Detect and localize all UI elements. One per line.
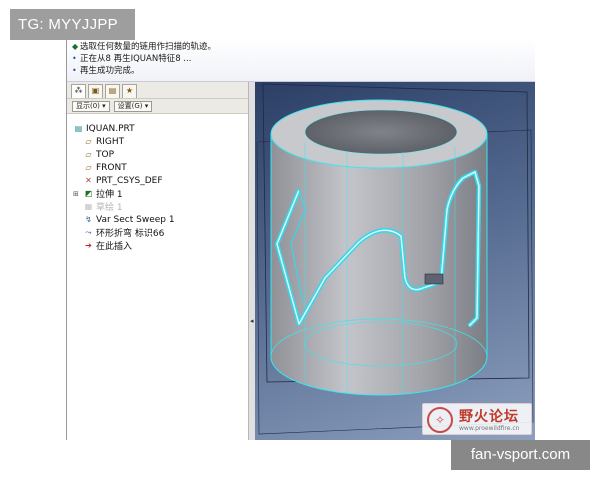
message-area: ◆ 选取任何数量的链用作扫描的轨迹。 • 正在从8 再生IQUAN特征8 ...… <box>67 38 535 82</box>
tree-item-label: RIGHT <box>96 136 125 147</box>
cylinder-model-svg <box>256 83 534 435</box>
folder-tab[interactable]: ▣ <box>88 84 103 98</box>
extrude-icon: ◩ <box>84 189 93 198</box>
forum-url: www.proewildfire.cn <box>459 425 520 432</box>
tree-item-label: IQUAN.PRT <box>86 123 135 134</box>
info-icon: • <box>72 65 77 75</box>
tree-item-label: Var Sect Sweep 1 <box>96 214 175 225</box>
toroidal-bend-icon: ⤳ <box>85 227 92 237</box>
message-line: • 正在从8 再生IQUAN特征8 ... <box>72 52 535 65</box>
tree-item-part[interactable]: ▤ IQUAN.PRT <box>73 122 248 135</box>
tree-item-label: FRONT <box>96 162 127 173</box>
datum-plane-icon: ▱ <box>85 163 92 172</box>
show-dropdown-button[interactable]: 显示(0) ▾ <box>72 100 110 112</box>
favorites-tab[interactable]: ★ <box>122 84 137 98</box>
message-text: 再生成功完成。 <box>80 66 140 76</box>
tree-item-top[interactable]: ▱ TOP <box>73 148 248 161</box>
info-icon: • <box>72 53 77 63</box>
message-line: ◆ 选取任何数量的链用作扫描的轨迹。 <box>72 40 535 53</box>
navigator-tabbar: ⁂ ▣ ▤ ★ <box>67 82 248 99</box>
sweep-icon: ↯ <box>85 215 92 224</box>
message-text: 正在从8 再生IQUAN特征8 ... <box>80 54 192 64</box>
watermark-top-left: TG: MYYJJPP <box>10 9 135 40</box>
selection-marker[interactable] <box>424 273 444 285</box>
model-tree-toolbar: 显示(0) ▾ 设置(G) ▾ <box>67 99 248 114</box>
message-text: 选取任何数量的链用作扫描的轨迹。 <box>80 42 217 52</box>
tree-item-right[interactable]: ▱ RIGHT <box>73 135 248 148</box>
check-icon: ◆ <box>72 41 79 51</box>
expand-icon[interactable]: ⊞ <box>73 190 79 198</box>
layer-tab[interactable]: ▤ <box>105 84 120 98</box>
tree-item-label: 在此插入 <box>96 242 133 252</box>
watermark-bottom-right: fan-vsport.com <box>451 440 590 470</box>
navigator-panel: ⁂ ▣ ▤ ★ 显示(0) ▾ 设置(G) ▾ ▤ IQUAN.PRT ▱ RI… <box>67 82 249 440</box>
tree-item-toroidal-bend[interactable]: ⤳ 环形折弯 标识66 <box>73 226 248 240</box>
graphics-viewport[interactable] <box>255 82 535 440</box>
tree-item-insert-here[interactable]: ➔ 在此插入 <box>73 239 248 252</box>
datum-plane-icon: ▱ <box>85 150 92 159</box>
tree-item-sweep[interactable]: ↯ Var Sect Sweep 1 <box>73 213 248 226</box>
cad-application-window: ◆ 选取任何数量的链用作扫描的轨迹。 • 正在从8 再生IQUAN特征8 ...… <box>66 38 535 440</box>
forum-logo: ✧ 野火论坛 www.proewildfire.cn <box>422 403 532 435</box>
forum-seal-icon: ✧ <box>427 407 453 433</box>
settings-dropdown-button[interactable]: 设置(G) ▾ <box>113 100 153 112</box>
cylinder-body <box>270 133 488 396</box>
tree-item-label: 拉伸 1 <box>96 190 123 200</box>
model-tree: ▤ IQUAN.PRT ▱ RIGHT ▱ TOP ▱ FRONT ✕ PRT_… <box>67 114 248 253</box>
message-line: • 再生成功完成。 <box>72 64 535 77</box>
tree-item-label: 草绘 1 <box>96 203 123 213</box>
tree-item-label: PRT_CSYS_DEF <box>96 175 163 186</box>
cylinder-hole <box>304 109 458 155</box>
tree-item-label: 环形折弯 标识66 <box>96 229 165 239</box>
forum-name: 野火论坛 <box>459 409 519 425</box>
tree-item-extrude[interactable]: ⊞ ◩ 拉伸 1 <box>73 187 248 200</box>
model-tree-tab[interactable]: ⁂ <box>71 84 86 98</box>
sketch-icon: ▦ <box>84 202 93 211</box>
insert-here-icon: ➔ <box>85 241 92 250</box>
tree-item-label: TOP <box>96 149 115 160</box>
datum-plane-icon: ▱ <box>85 137 92 146</box>
tree-item-csys[interactable]: ✕ PRT_CSYS_DEF <box>73 174 248 187</box>
csys-icon: ✕ <box>85 176 92 185</box>
tree-item-front[interactable]: ▱ FRONT <box>73 161 248 174</box>
tree-item-sketch[interactable]: ▦ 草绘 1 <box>73 200 248 213</box>
collapse-arrow-icon[interactable]: ◂ <box>250 317 254 325</box>
part-icon: ▤ <box>74 124 83 133</box>
